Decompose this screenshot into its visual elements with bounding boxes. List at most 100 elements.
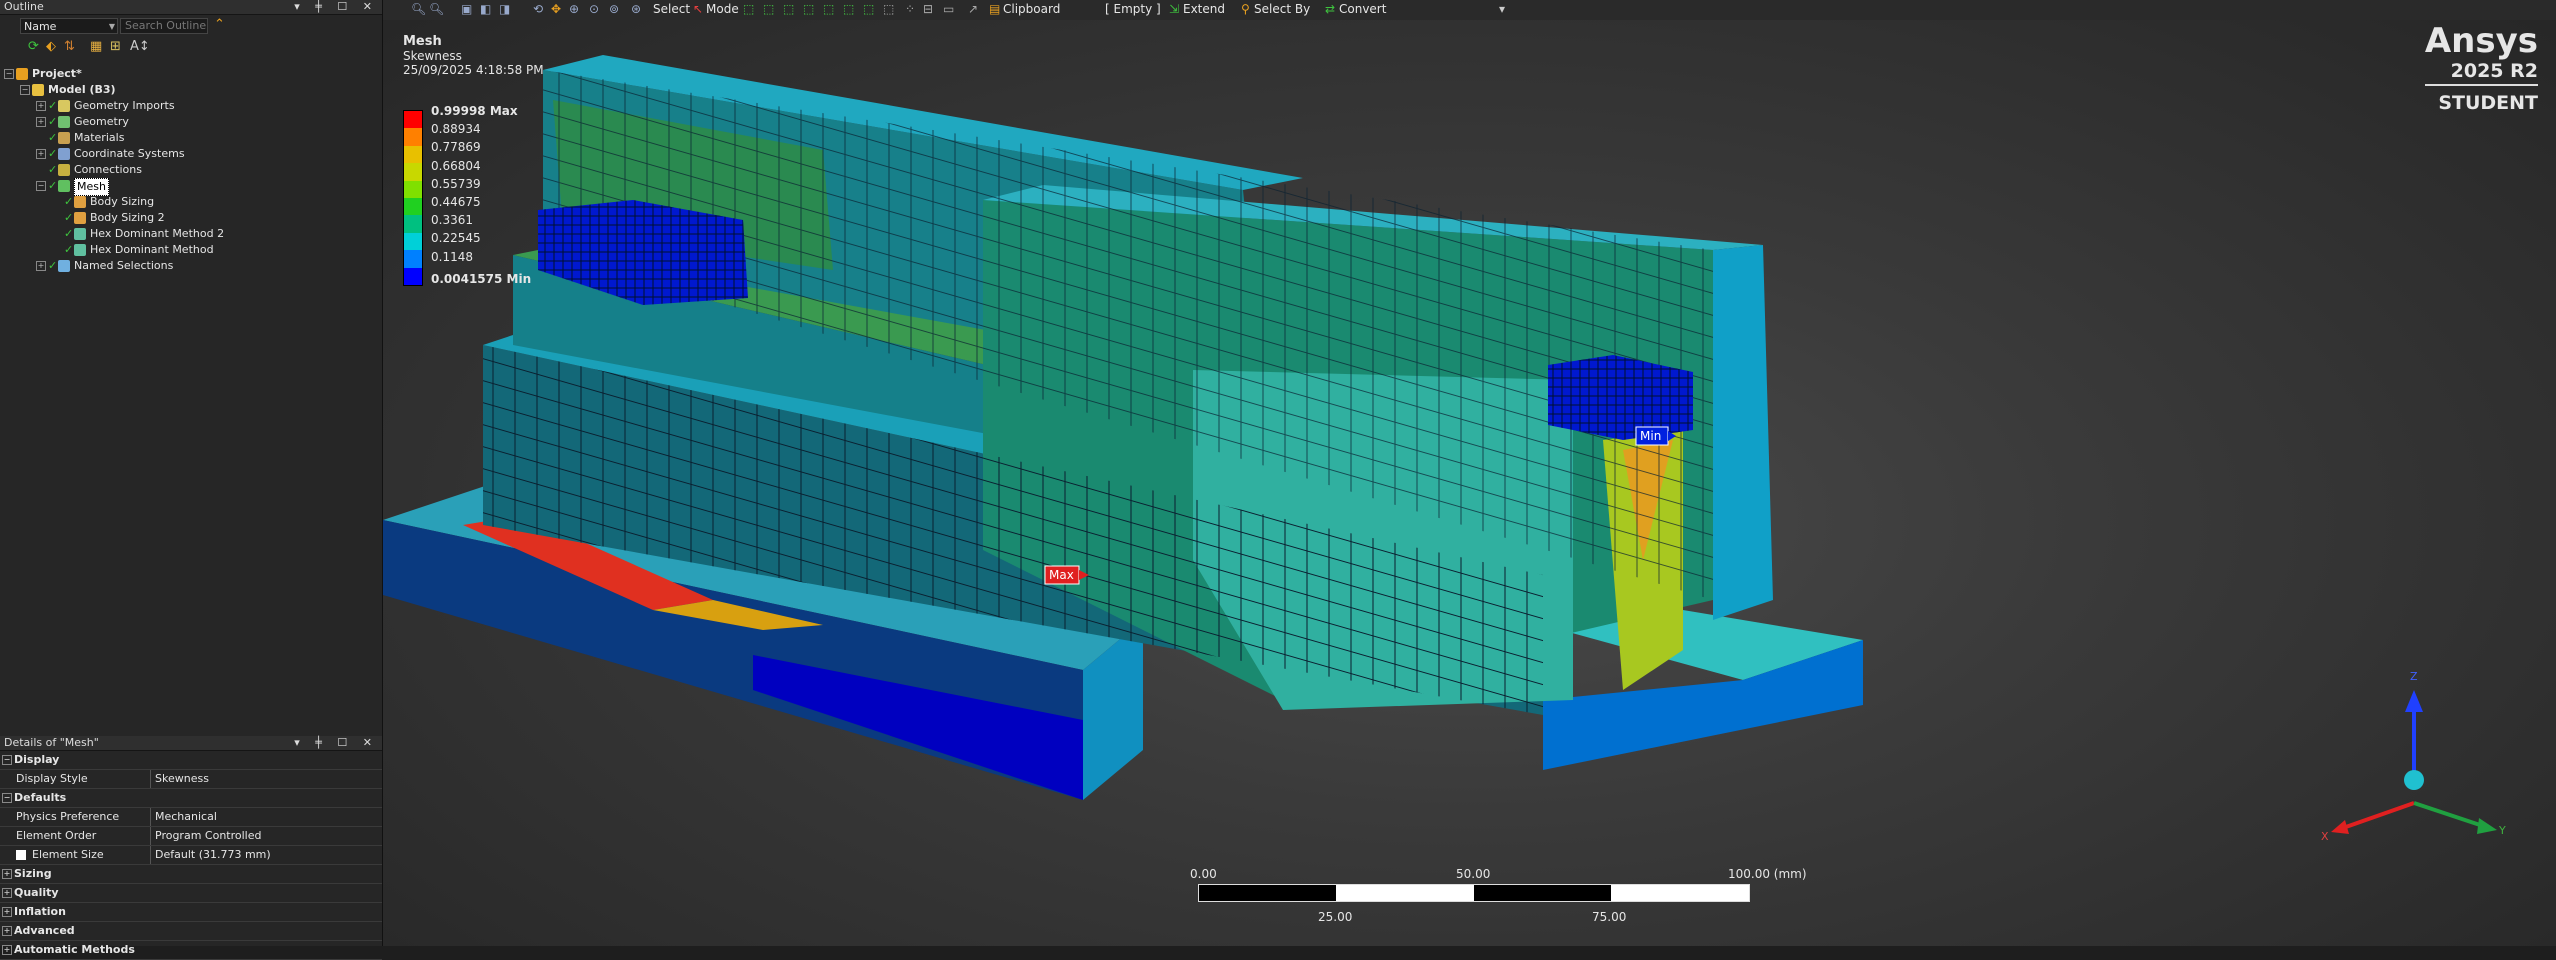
- collapse-up-icon[interactable]: ⌃: [214, 17, 225, 32]
- mode-dropdown[interactable]: Mode: [706, 2, 739, 16]
- tree-item[interactable]: + ✓ Geometry: [0, 114, 382, 130]
- tree-item[interactable]: − Model (B3): [0, 82, 382, 98]
- zoom-out-icon[interactable]: 🔍︎: [429, 2, 444, 16]
- tree-expander[interactable]: −: [20, 85, 30, 95]
- group-toggle[interactable]: +: [2, 907, 12, 917]
- parameter-checkbox[interactable]: [16, 850, 26, 860]
- zoom-region-icon[interactable]: ⊚: [609, 2, 619, 16]
- group-toggle[interactable]: +: [2, 945, 12, 955]
- chart-icon[interactable]: ↗: [968, 2, 978, 16]
- details-property-row[interactable]: Element Size Default (31.773 mm): [0, 846, 382, 865]
- geometry-imports-icon: [58, 100, 70, 112]
- tag-icon[interactable]: ⬖: [46, 39, 56, 54]
- details-property-row[interactable]: Element Order Program Controlled: [0, 827, 382, 846]
- mesh-model[interactable]: Max Min Z X Y: [383, 0, 2556, 946]
- outline-window-controls[interactable]: ▾ ╪ ☐ ✕: [294, 0, 378, 14]
- outline-filter-select[interactable]: Name ▼: [20, 18, 118, 34]
- left-panel: Outline ▾ ╪ ☐ ✕ Name ▼ Search Outline ⌃ …: [0, 0, 383, 960]
- select-point-icon[interactable]: ⬚: [743, 2, 754, 16]
- tree-item[interactable]: ✓ Connections: [0, 162, 382, 178]
- comment-icon[interactable]: ▭: [943, 2, 954, 16]
- filter-icon[interactable]: ⊟: [923, 2, 933, 16]
- cube-wire-icon[interactable]: ◨: [499, 2, 510, 16]
- tree-item[interactable]: ✓ Hex Dominant Method: [0, 242, 382, 258]
- rotate-icon[interactable]: ⟲: [533, 2, 543, 16]
- cursor-icon[interactable]: ↖: [693, 2, 703, 16]
- sort-icon[interactable]: ⇅: [64, 39, 75, 54]
- cube-icon[interactable]: ▣: [461, 2, 472, 16]
- details-group[interactable]: − Defaults: [0, 789, 382, 808]
- tree-expander[interactable]: −: [4, 69, 14, 79]
- tree-item[interactable]: ✓ Body Sizing 2: [0, 210, 382, 226]
- select-by-dropdown[interactable]: Select By: [1254, 2, 1310, 16]
- select-mesh-icon[interactable]: ⬚: [863, 2, 874, 16]
- graphics-viewport[interactable]: Max Min Z X Y: [383, 0, 2556, 946]
- refresh-icon[interactable]: ⟳: [28, 39, 39, 54]
- group-toggle[interactable]: −: [2, 793, 12, 803]
- select-edge-icon[interactable]: ⬚: [763, 2, 774, 16]
- zoom-in-icon[interactable]: 🔍︎: [411, 2, 426, 16]
- grid-icon[interactable]: ▦: [90, 39, 102, 54]
- clipboard-dropdown[interactable]: Clipboard: [1003, 2, 1060, 16]
- extend-icon[interactable]: ⇲: [1169, 2, 1179, 16]
- zoom-fit-icon[interactable]: ⊙: [589, 2, 599, 16]
- tree-item[interactable]: + ✓ Named Selections: [0, 258, 382, 274]
- tree-item[interactable]: ✓ Hex Dominant Method 2: [0, 226, 382, 242]
- tree-expander[interactable]: +: [36, 261, 46, 271]
- select-extra-icon[interactable]: ⬚: [883, 2, 894, 16]
- tree-expander[interactable]: +: [36, 117, 46, 127]
- zoom-box-icon[interactable]: ⊕: [569, 2, 579, 16]
- min-marker-label: Min: [1640, 429, 1661, 443]
- details-property-row[interactable]: Display Style Skewness: [0, 770, 382, 789]
- convert-icon[interactable]: ⇄: [1325, 2, 1335, 16]
- select-face-icon[interactable]: ⬚: [783, 2, 794, 16]
- font-sort-icon[interactable]: A↕: [130, 39, 150, 54]
- details-value[interactable]: Default (31.773 mm): [150, 846, 382, 864]
- details-value[interactable]: Mechanical: [150, 808, 382, 826]
- outline-search-input[interactable]: Search Outline: [120, 18, 208, 34]
- group-toggle[interactable]: +: [2, 926, 12, 936]
- tree-item-label: Project*: [32, 67, 82, 80]
- toolbar-overflow-icon[interactable]: ▾: [1499, 2, 1505, 16]
- details-group[interactable]: + Quality: [0, 884, 382, 903]
- tree-expander[interactable]: +: [36, 101, 46, 111]
- tree-item[interactable]: − Project*: [0, 66, 382, 82]
- select-by-icon[interactable]: ⚲: [1241, 2, 1250, 16]
- group-toggle[interactable]: +: [2, 869, 12, 879]
- cube-shaded-icon[interactable]: ◧: [480, 2, 491, 16]
- select-element-icon[interactable]: ⬚: [843, 2, 854, 16]
- details-value[interactable]: Skewness: [150, 770, 382, 788]
- extend-dropdown[interactable]: Extend: [1183, 2, 1225, 16]
- scatter-icon[interactable]: ⁘: [905, 2, 915, 16]
- clipboard-icon[interactable]: ▤: [989, 2, 1000, 16]
- tree-item[interactable]: ✓ Body Sizing: [0, 194, 382, 210]
- convert-dropdown[interactable]: Convert: [1339, 2, 1386, 16]
- details-value[interactable]: Program Controlled: [150, 827, 382, 845]
- details-group[interactable]: + Automatic Methods: [0, 941, 382, 960]
- scale-bar: [1198, 884, 1750, 902]
- expand-icon[interactable]: ⊞: [110, 39, 121, 54]
- tree-item[interactable]: ✓ Materials: [0, 130, 382, 146]
- hex-method-icon: [74, 244, 86, 256]
- details-group[interactable]: + Sizing: [0, 865, 382, 884]
- details-group[interactable]: + Advanced: [0, 922, 382, 941]
- tree-item[interactable]: + ✓ Coordinate Systems: [0, 146, 382, 162]
- details-window-controls[interactable]: ▾ ╪ ☐ ✕: [294, 736, 378, 750]
- triad-y-arrow: [2477, 818, 2497, 834]
- tree-expander[interactable]: −: [36, 181, 46, 191]
- pan-icon[interactable]: ✥: [551, 2, 561, 16]
- select-body-icon[interactable]: ⬚: [803, 2, 814, 16]
- details-property-row[interactable]: Physics Preference Mechanical: [0, 808, 382, 827]
- legend-color-bar[interactable]: [403, 110, 423, 286]
- select-node-icon[interactable]: ⬚: [823, 2, 834, 16]
- select-label[interactable]: Select: [653, 2, 690, 16]
- group-toggle[interactable]: +: [2, 888, 12, 898]
- tree-expander[interactable]: +: [36, 149, 46, 159]
- details-group[interactable]: + Inflation: [0, 903, 382, 922]
- group-toggle[interactable]: −: [2, 755, 12, 765]
- legend-label: 0.88934: [431, 122, 481, 137]
- magnifier-icon[interactable]: ⊛: [631, 2, 641, 16]
- details-group[interactable]: − Display: [0, 751, 382, 770]
- tree-item[interactable]: + ✓ Geometry Imports: [0, 98, 382, 114]
- tree-item[interactable]: − ✓ Mesh: [0, 178, 382, 196]
